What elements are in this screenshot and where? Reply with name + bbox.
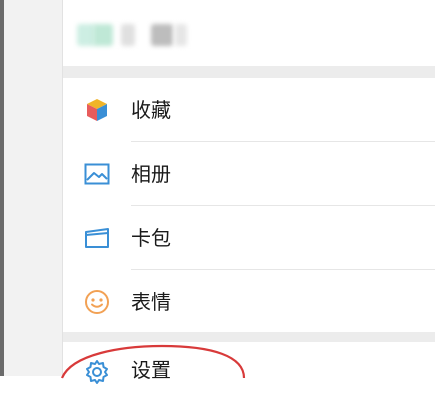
image-icon (83, 160, 111, 188)
menu-item-card-wallet[interactable]: 卡包 (63, 206, 435, 270)
card-wallet-icon (83, 224, 111, 252)
menu-item-label: 收藏 (131, 98, 171, 122)
menu-item-label: 相册 (131, 162, 171, 186)
menu-item-label: 卡包 (131, 226, 171, 250)
menu-item-label: 表情 (131, 290, 171, 314)
background-panel (4, 0, 62, 376)
smiley-icon (83, 288, 111, 316)
menu-item-album[interactable]: 相册 (63, 142, 435, 206)
menu-item-favorites[interactable]: 收藏 (63, 78, 435, 142)
blurred-username (77, 24, 187, 46)
side-menu-panel: 收藏 相册 卡包 表情 设置 (62, 0, 435, 406)
menu-item-stickers[interactable]: 表情 (63, 270, 435, 334)
section-gap (63, 332, 435, 342)
menu-item-label: 设置 (131, 358, 171, 382)
gear-icon (83, 358, 111, 386)
profile-header[interactable] (63, 0, 435, 66)
cube-icon (83, 96, 111, 124)
section-gap (63, 66, 435, 78)
menu-item-settings[interactable]: 设置 (63, 342, 435, 406)
